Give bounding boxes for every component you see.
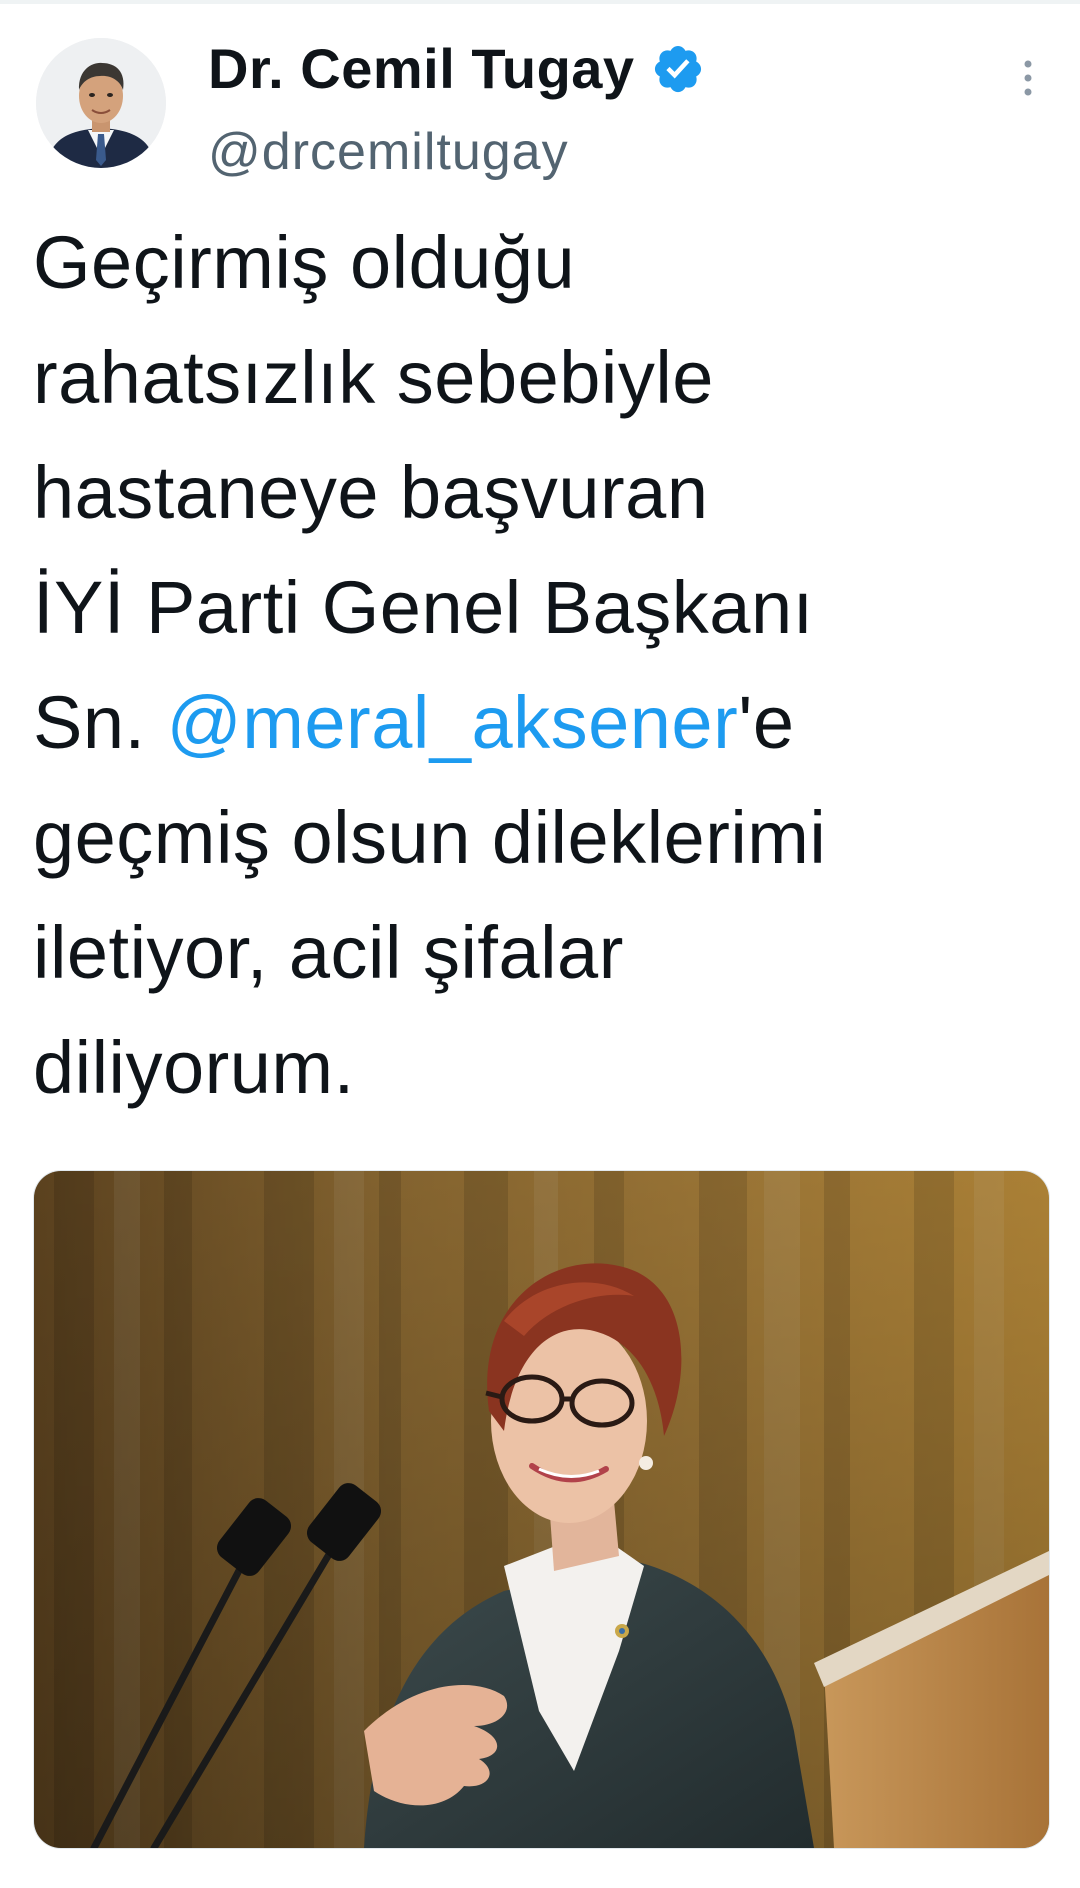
divider — [0, 0, 1080, 4]
author-avatar[interactable] — [36, 38, 166, 168]
tweet-text-line: diliyorum. — [33, 1010, 1043, 1125]
tweet-text-segment: Geçirmiş olduğu — [33, 221, 576, 304]
tweet-text-line: İYİ Parti Genel Başkanı — [33, 550, 1043, 665]
more-vertical-icon[interactable] — [1008, 56, 1048, 100]
tweet-text-segment: rahatsızlık sebebiyle — [33, 336, 714, 419]
tweet-text-segment: iletiyor, acil şifalar — [33, 911, 624, 994]
tweet-text-segment: geçmiş olsun dileklerimi — [33, 796, 827, 879]
tweet-text-line: Sn. @meral_aksener'e — [33, 665, 1043, 780]
mention-link[interactable]: @meral_aksener — [167, 681, 739, 764]
tweet-text-line: geçmiş olsun dileklerimi — [33, 780, 1043, 895]
tweet-text-line: hastaneye başvuran — [33, 435, 1043, 550]
tweet-text-segment: hastaneye başvuran — [33, 451, 709, 534]
tweet-text-line: Geçirmiş olduğu — [33, 205, 1043, 320]
tweet-text-segment: diliyorum. — [33, 1026, 355, 1109]
tweet-text-segment: Sn. — [33, 681, 167, 764]
verified-badge-icon — [654, 45, 701, 92]
tweet-text: Geçirmiş olduğu rahatsızlık sebebiyle ha… — [33, 205, 1043, 1125]
author-display-name[interactable]: Dr. Cemil Tugay — [208, 36, 635, 101]
tweet-card[interactable]: Dr. Cemil Tugay @drcemiltugay Geçirmiş o… — [0, 0, 1080, 1888]
tweet-text-segment: 'e — [738, 681, 795, 764]
tweet-text-line: rahatsızlık sebebiyle — [33, 320, 1043, 435]
tweet-photo[interactable] — [33, 1170, 1050, 1849]
tweet-text-line: iletiyor, acil şifalar — [33, 895, 1043, 1010]
tweet-text-segment: İYİ Parti Genel Başkanı — [33, 566, 814, 649]
author-handle[interactable]: @drcemiltugay — [208, 122, 569, 182]
author-name-row[interactable]: Dr. Cemil Tugay — [208, 36, 705, 101]
